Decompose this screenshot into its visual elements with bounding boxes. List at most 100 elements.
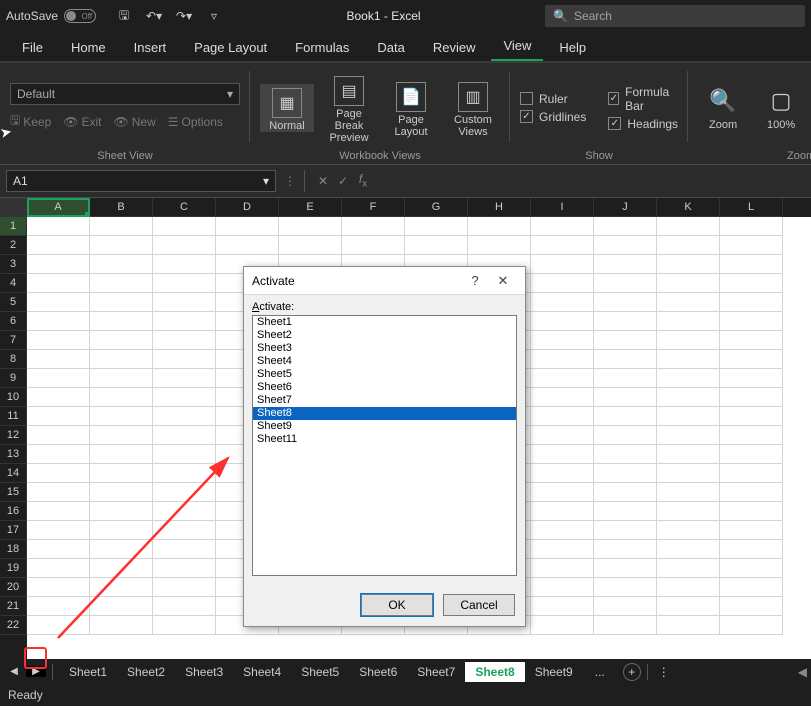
cell[interactable] bbox=[594, 274, 657, 293]
cell[interactable] bbox=[90, 616, 153, 635]
row-header[interactable]: 22 bbox=[0, 616, 27, 635]
dialog-list-item[interactable]: Sheet2 bbox=[253, 329, 516, 342]
cell[interactable] bbox=[153, 521, 216, 540]
cell[interactable] bbox=[594, 312, 657, 331]
row-header[interactable]: 3 bbox=[0, 255, 27, 274]
cell[interactable] bbox=[531, 578, 594, 597]
cell[interactable] bbox=[594, 578, 657, 597]
column-header[interactable]: E bbox=[279, 198, 342, 217]
cell[interactable] bbox=[720, 293, 783, 312]
ok-button[interactable]: OK bbox=[361, 594, 433, 616]
row-header[interactable]: 7 bbox=[0, 331, 27, 350]
autosave-toggle[interactable]: AutoSave Off bbox=[6, 9, 96, 23]
cell[interactable] bbox=[720, 426, 783, 445]
gridlines-checkbox[interactable]: ✓Gridlines bbox=[520, 110, 586, 124]
column-header[interactable]: I bbox=[531, 198, 594, 217]
column-header[interactable]: F bbox=[342, 198, 405, 217]
row-header[interactable]: 5 bbox=[0, 293, 27, 312]
cell[interactable] bbox=[531, 293, 594, 312]
cell[interactable] bbox=[90, 369, 153, 388]
tab-help[interactable]: Help bbox=[547, 34, 598, 61]
cell[interactable] bbox=[720, 464, 783, 483]
normal-view-button[interactable]: ▦Normal bbox=[260, 84, 314, 132]
cell[interactable] bbox=[720, 236, 783, 255]
column-header[interactable]: L bbox=[720, 198, 783, 217]
save-icon[interactable]: 🖫 bbox=[116, 6, 132, 27]
cell[interactable] bbox=[27, 597, 90, 616]
cell[interactable] bbox=[27, 616, 90, 635]
cell[interactable] bbox=[531, 331, 594, 350]
cell[interactable] bbox=[657, 578, 720, 597]
dialog-list-item[interactable]: Sheet7 bbox=[253, 394, 516, 407]
cell[interactable] bbox=[657, 369, 720, 388]
exit-button[interactable]: 👁 Exit bbox=[63, 111, 101, 132]
cell[interactable] bbox=[153, 293, 216, 312]
cell[interactable] bbox=[531, 597, 594, 616]
ruler-checkbox[interactable]: Ruler bbox=[520, 92, 586, 106]
cell[interactable] bbox=[90, 293, 153, 312]
dialog-title-bar[interactable]: Activate ? ✕ bbox=[244, 267, 525, 295]
cell[interactable] bbox=[216, 217, 279, 236]
cell[interactable] bbox=[531, 369, 594, 388]
cell[interactable] bbox=[720, 445, 783, 464]
tab-view[interactable]: View bbox=[491, 32, 543, 61]
cell[interactable] bbox=[594, 597, 657, 616]
cell[interactable] bbox=[27, 540, 90, 559]
sheet-tab[interactable]: Sheet4 bbox=[233, 662, 291, 682]
cell[interactable] bbox=[657, 312, 720, 331]
cell[interactable] bbox=[657, 350, 720, 369]
scroll-left-icon[interactable]: ◀ bbox=[798, 665, 807, 679]
cell[interactable] bbox=[594, 255, 657, 274]
dialog-list-item[interactable]: Sheet11 bbox=[253, 433, 516, 446]
cell[interactable] bbox=[468, 236, 531, 255]
cell[interactable] bbox=[720, 521, 783, 540]
cell[interactable] bbox=[27, 331, 90, 350]
cell[interactable] bbox=[153, 559, 216, 578]
cell[interactable] bbox=[657, 464, 720, 483]
cell[interactable] bbox=[153, 540, 216, 559]
row-header[interactable]: 4 bbox=[0, 274, 27, 293]
sheet-nav-next[interactable]: ▶ bbox=[26, 666, 46, 677]
cell[interactable] bbox=[594, 407, 657, 426]
cell[interactable] bbox=[153, 464, 216, 483]
cell[interactable] bbox=[153, 369, 216, 388]
cell[interactable] bbox=[405, 217, 468, 236]
name-box[interactable]: A1▾ bbox=[6, 170, 276, 192]
cell[interactable] bbox=[594, 445, 657, 464]
cell[interactable] bbox=[531, 540, 594, 559]
row-header[interactable]: 12 bbox=[0, 426, 27, 445]
cell[interactable] bbox=[594, 559, 657, 578]
column-header[interactable]: A bbox=[27, 198, 90, 217]
dialog-list-item[interactable]: Sheet4 bbox=[253, 355, 516, 368]
options-button[interactable]: ☰ Options bbox=[168, 111, 223, 132]
dialog-list-item[interactable]: Sheet8 bbox=[253, 407, 516, 420]
row-header[interactable]: 6 bbox=[0, 312, 27, 331]
cell[interactable] bbox=[90, 331, 153, 350]
cell[interactable] bbox=[657, 293, 720, 312]
row-header[interactable]: 14 bbox=[0, 464, 27, 483]
cell[interactable] bbox=[27, 407, 90, 426]
enter-formula-button[interactable]: ✓ bbox=[333, 174, 353, 188]
cell[interactable] bbox=[468, 217, 531, 236]
cell[interactable] bbox=[153, 616, 216, 635]
insert-function-button[interactable]: fx bbox=[353, 172, 373, 189]
cancel-button[interactable]: Cancel bbox=[443, 594, 515, 616]
cell[interactable] bbox=[27, 274, 90, 293]
row-header[interactable]: 1 bbox=[0, 217, 27, 236]
sheet-nav-prev[interactable]: ◀ bbox=[4, 666, 24, 677]
cell[interactable] bbox=[594, 236, 657, 255]
cell[interactable] bbox=[594, 350, 657, 369]
cell[interactable] bbox=[90, 255, 153, 274]
cell[interactable] bbox=[594, 521, 657, 540]
sheet-tab[interactable]: Sheet9 bbox=[525, 662, 583, 682]
cell[interactable] bbox=[657, 426, 720, 445]
cell[interactable] bbox=[594, 540, 657, 559]
sheet-tab[interactable]: Sheet7 bbox=[407, 662, 465, 682]
cell[interactable] bbox=[27, 369, 90, 388]
dialog-list-item[interactable]: Sheet3 bbox=[253, 342, 516, 355]
sheet-tab[interactable]: Sheet2 bbox=[117, 662, 175, 682]
cell[interactable] bbox=[720, 274, 783, 293]
cell[interactable] bbox=[279, 217, 342, 236]
undo-icon[interactable]: ↶▾ bbox=[146, 9, 162, 23]
cell[interactable] bbox=[90, 578, 153, 597]
